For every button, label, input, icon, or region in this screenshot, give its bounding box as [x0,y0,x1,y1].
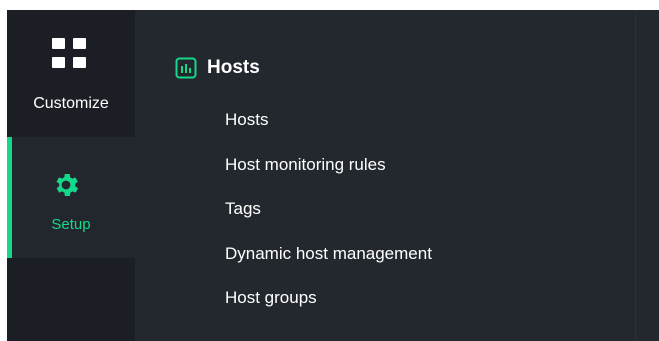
gear-icon [56,174,79,196]
grid-icon [52,38,88,70]
hosts-icon [175,57,197,79]
sidebar-item-label: Setup [51,216,91,233]
menu-item-host-monitoring-rules[interactable]: Host monitoring rules [225,153,432,198]
panel-divider [635,10,636,341]
menu-item-host-groups[interactable]: Host groups [225,286,432,331]
sidebar-item-customize[interactable]: Customize [7,10,135,137]
menu-section-title: Hosts [207,57,260,78]
menu-item-tags[interactable]: Tags [225,197,432,242]
sidebar: Customize Setup [7,10,135,341]
menu-section-header: Hosts [175,57,260,79]
sidebar-item-label: Customize [33,95,109,112]
menu-item-dynamic-host-management[interactable]: Dynamic host management [225,242,432,287]
menu-list: Hosts Host monitoring rules Tags Dynamic… [225,108,432,331]
sidebar-item-setup[interactable]: Setup [7,137,135,258]
menu-item-hosts[interactable]: Hosts [225,108,432,153]
active-indicator [7,137,12,258]
